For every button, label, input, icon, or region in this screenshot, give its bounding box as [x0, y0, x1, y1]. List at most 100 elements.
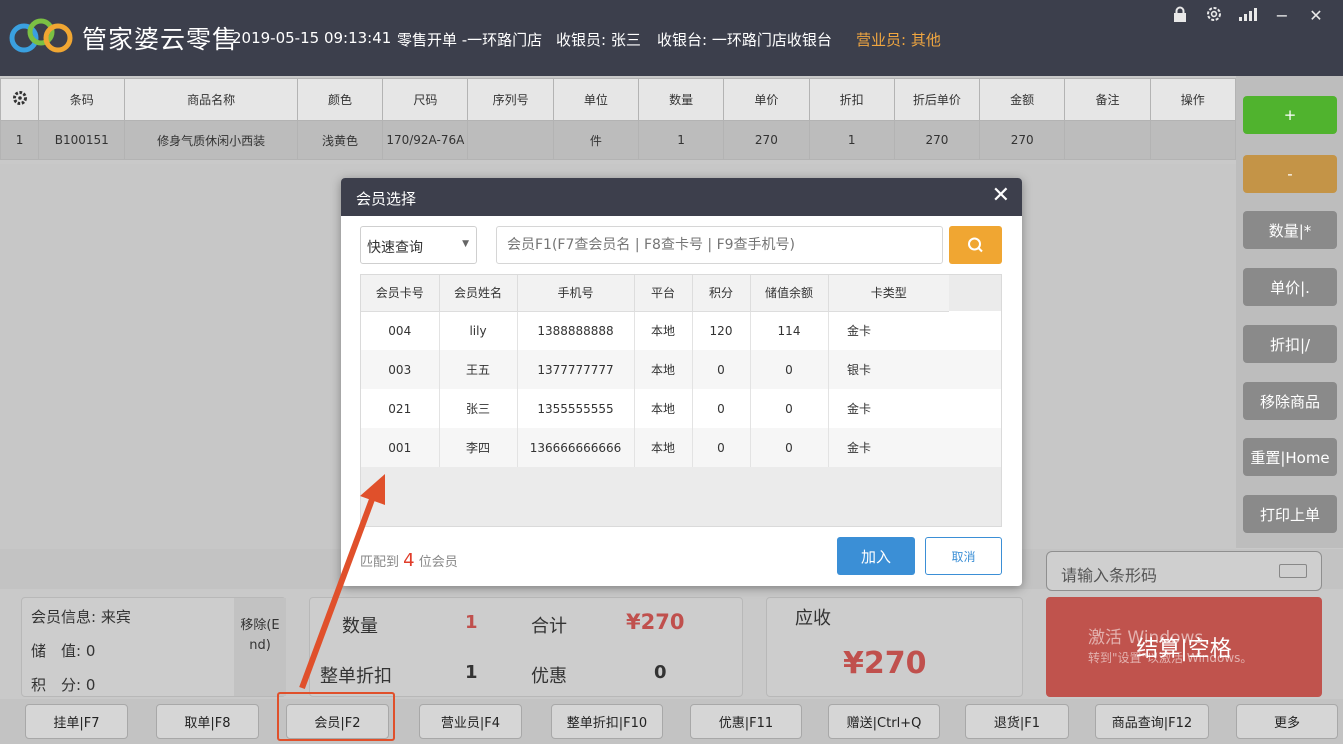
cell-remark[interactable]: [1064, 120, 1151, 160]
col-balance: 储值余额: [750, 275, 829, 312]
cell-card-type: 金卡: [828, 389, 949, 428]
cell-card-type: 金卡: [828, 428, 949, 467]
receivable-value: ¥270: [843, 646, 927, 681]
cashier-info: 收银员: 张三: [556, 31, 641, 49]
increase-qty-button[interactable]: +: [1243, 96, 1337, 134]
lock-icon[interactable]: [1171, 6, 1189, 26]
member-table-header: 会员卡号 会员姓名 手机号 平台 积分 储值余额 卡类型: [361, 275, 949, 312]
close-icon[interactable]: ✕: [1307, 6, 1325, 26]
cell-phone: 136666666666: [517, 428, 635, 467]
return-button[interactable]: 退货|F1: [965, 704, 1069, 739]
barcode-input[interactable]: 请输入条形码: [1046, 551, 1322, 591]
table-row[interactable]: 004 lily 1388888888 本地 120 114 金卡: [361, 311, 949, 350]
keyboard-icon[interactable]: [1279, 564, 1307, 578]
salesperson-button[interactable]: 营业员|F4: [419, 704, 522, 739]
col-size: 尺码: [382, 78, 469, 121]
col-phone: 手机号: [517, 275, 635, 312]
cancel-button[interactable]: 取消: [925, 537, 1002, 575]
reset-button[interactable]: 重置|Home: [1243, 438, 1337, 476]
barcode-placeholder: 请输入条形码: [1061, 566, 1158, 585]
col-remark: 备注: [1064, 78, 1151, 121]
col-qty: 数量: [637, 78, 725, 121]
cell-points: 0: [692, 389, 751, 428]
retrieve-order-button[interactable]: 取单|F8: [156, 704, 259, 739]
cell-balance: 0: [750, 428, 829, 467]
cell-balance: 0: [750, 350, 829, 389]
cell-member-name: lily: [439, 311, 518, 350]
table-row[interactable]: 003 王五 1377777777 本地 0 0 银卡: [361, 350, 949, 389]
cell-balance: 0: [750, 389, 829, 428]
product-search-button[interactable]: 商品查询|F12: [1095, 704, 1209, 739]
cell-platform: 本地: [634, 389, 693, 428]
col-discount: 折扣: [808, 78, 895, 121]
gift-button[interactable]: 赠送|Ctrl+Q: [828, 704, 940, 739]
col-points: 积分: [692, 275, 751, 312]
windows-activation-watermark: 激活 Windows 转到"设置"以激活 Windows。: [1088, 628, 1252, 668]
cell-serial: [467, 120, 554, 160]
order-discount-button[interactable]: 整单折扣|F10: [551, 704, 663, 739]
table-row[interactable]: 001 李四 136666666666 本地 0 0 金卡: [361, 428, 949, 467]
activation-title: 激活 Windows: [1088, 628, 1204, 648]
cell-phone: 1355555555: [517, 389, 635, 428]
join-button[interactable]: 加入: [837, 537, 915, 575]
qty-label: 数量: [342, 616, 378, 637]
price-button[interactable]: 单价|.: [1243, 268, 1337, 306]
receivable-panel: 应收 ¥270: [766, 597, 1023, 697]
match-count-text: 匹配到 4 位会员: [360, 550, 458, 571]
member-info: 会员信息: 来宾: [31, 608, 131, 626]
order-discount-label: 整单折扣: [320, 666, 392, 687]
product-table-header: 条码 商品名称 颜色 尺码 序列号 单位 数量 单价 折扣 折后单价 金额 备注…: [0, 78, 1237, 121]
remove-item-button[interactable]: 移除商品: [1243, 382, 1337, 420]
member-search-input[interactable]: [496, 226, 943, 264]
search-button[interactable]: [949, 226, 1002, 264]
cell-size: 170/92A-76A: [382, 120, 469, 160]
member-button[interactable]: 会员|F2: [286, 704, 389, 739]
query-type-select[interactable]: 快速查询 ▼: [360, 226, 477, 264]
total-value: ¥270: [626, 610, 685, 634]
col-price: 单价: [723, 78, 810, 121]
right-sidebar: [1236, 76, 1343, 548]
member-points: 积 分: 0: [31, 676, 96, 694]
cell-action[interactable]: [1149, 120, 1237, 160]
col-card-type: 卡类型: [828, 275, 949, 312]
register-info: 收银台: 一环路门店收银台: [657, 31, 832, 49]
print-last-button[interactable]: 打印上单: [1243, 495, 1337, 533]
discount-button[interactable]: 折扣|/: [1243, 325, 1337, 363]
app-title: 管家婆云零售: [82, 25, 239, 54]
chevron-down-icon: ▼: [462, 239, 469, 249]
member-select-dialog: 会员选择 ✕ 快速查询 ▼ 会员卡号 会员姓名 手机号 平台 积分 储值余额 卡…: [341, 178, 1022, 586]
quantity-button[interactable]: 数量|*: [1243, 211, 1337, 249]
cell-platform: 本地: [634, 311, 693, 350]
cell-card-no: 003: [361, 350, 440, 389]
dialog-title: 会员选择: [356, 190, 417, 208]
cell-price[interactable]: 270: [723, 120, 810, 160]
col-action: 操作: [1149, 78, 1237, 121]
decrease-qty-button[interactable]: -: [1243, 155, 1337, 193]
cell-barcode: B100151: [38, 120, 126, 160]
promotion-button[interactable]: 优惠|F11: [690, 704, 802, 739]
column-settings-icon[interactable]: [0, 78, 40, 121]
cell-discount-price: 270: [893, 120, 981, 160]
table-row[interactable]: 021 张三 1355555555 本地 0 0 金卡: [361, 389, 949, 428]
minimize-icon[interactable]: −: [1273, 6, 1291, 26]
close-icon[interactable]: ✕: [992, 183, 1010, 208]
salesperson-info[interactable]: 营业员: 其他: [856, 29, 941, 50]
col-platform: 平台: [634, 275, 693, 312]
app-logo-icon: [9, 18, 73, 53]
order-status: 零售开单 -一环路门店: [397, 31, 543, 49]
search-icon: [968, 237, 983, 253]
query-type-value: 快速查询: [367, 240, 423, 256]
cell-qty[interactable]: 1: [637, 120, 725, 160]
cell-points: 0: [692, 428, 751, 467]
member-table-container: 会员卡号 会员姓名 手机号 平台 积分 储值余额 卡类型 004 lily 13…: [360, 274, 1002, 527]
table-row[interactable]: 1 B100151 修身气质休闲小西装 浅黄色 170/92A-76A 件 1 …: [0, 120, 1237, 160]
more-button[interactable]: 更多: [1236, 704, 1338, 739]
settings-icon[interactable]: [1205, 6, 1223, 26]
col-discount-price: 折后单价: [893, 78, 981, 121]
cell-amount: 270: [979, 120, 1066, 160]
remove-member-button[interactable]: 移除(End): [234, 598, 286, 696]
cell-discount[interactable]: 1: [808, 120, 895, 160]
window-controls: − ✕: [1171, 6, 1325, 26]
summary-panel: 数量 1 合计 ¥270 整单折扣 1 优惠 0: [309, 597, 743, 697]
hold-order-button[interactable]: 挂单|F7: [25, 704, 128, 739]
